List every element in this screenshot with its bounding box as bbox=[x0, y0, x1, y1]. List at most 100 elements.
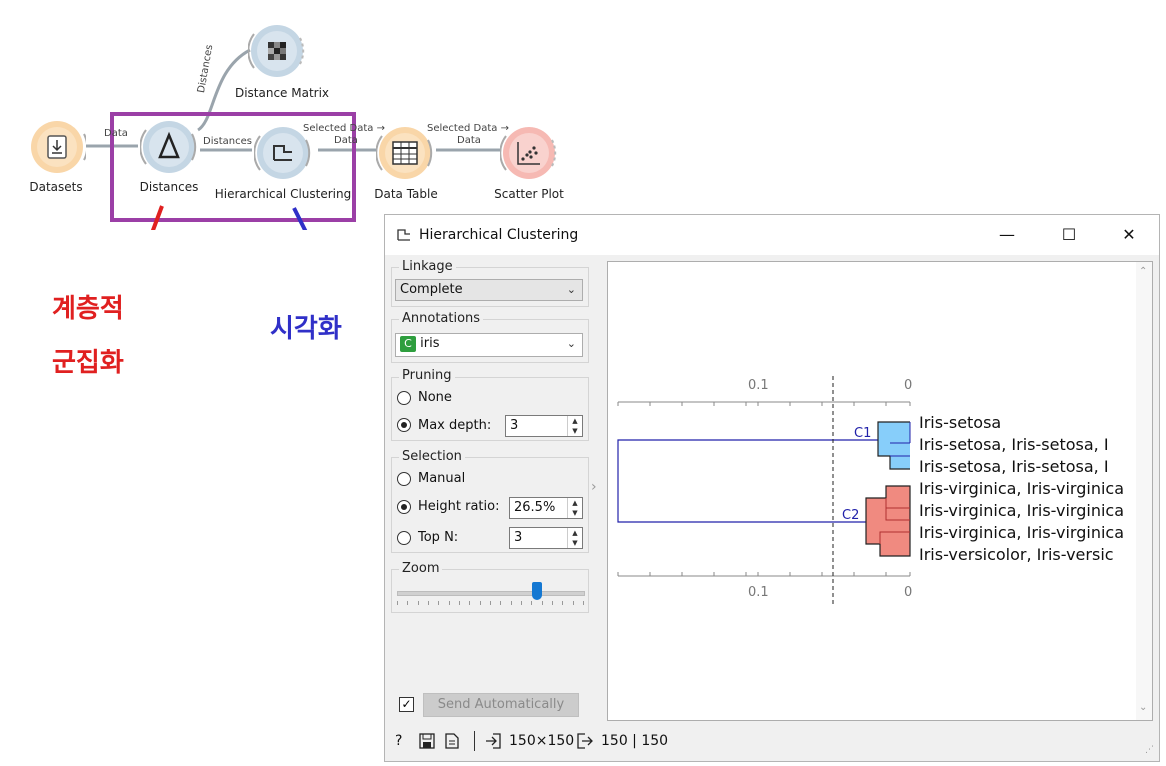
data-table-label: Data Table bbox=[374, 187, 438, 201]
linkage-title: Linkage bbox=[399, 259, 456, 274]
selection-top-n-radio[interactable] bbox=[397, 531, 411, 545]
selection-manual-label: Manual bbox=[418, 471, 466, 486]
zoom-title: Zoom bbox=[399, 561, 443, 576]
pruning-title: Pruning bbox=[399, 368, 455, 383]
zoom-tick bbox=[572, 601, 574, 605]
selection-height-ratio-label: Height ratio: bbox=[418, 499, 500, 514]
leaf-label: Iris-versicolor, Iris-versic bbox=[919, 545, 1114, 564]
zoom-tick bbox=[469, 601, 471, 605]
scatter-plot-label: Scatter Plot bbox=[494, 187, 564, 201]
window-title: Hierarchical Clustering bbox=[419, 227, 579, 243]
close-button[interactable]: ✕ bbox=[1109, 221, 1149, 249]
link-label-selected-data-2: Selected Data → bbox=[427, 123, 509, 134]
scroll-down-icon[interactable]: ⌄ bbox=[1139, 702, 1147, 713]
max-depth-spinbox[interactable]: 3 ▲ ▼ bbox=[505, 415, 583, 437]
distance-matrix-node[interactable] bbox=[247, 22, 306, 80]
linkage-select[interactable]: Complete ⌄ bbox=[395, 279, 583, 301]
zoom-tick bbox=[479, 601, 481, 605]
zoom-tick bbox=[459, 601, 460, 605]
zoom-tick bbox=[510, 601, 512, 605]
vertical-scrollbar[interactable]: ⌃ ⌄ bbox=[1136, 262, 1152, 720]
input-summary: 150×150 bbox=[509, 733, 575, 749]
spin-up-icon[interactable]: ▲ bbox=[567, 528, 582, 538]
spin-up-icon[interactable]: ▲ bbox=[567, 416, 582, 426]
cluster-label-c2: C2 bbox=[842, 508, 860, 523]
leaf-label: Iris-setosa, Iris-setosa, I bbox=[919, 435, 1109, 454]
statusbar-divider bbox=[474, 731, 475, 751]
zoom-tick bbox=[583, 601, 584, 605]
leaf-label: Iris-virginica, Iris-virginica bbox=[919, 523, 1125, 542]
chevron-right-icon[interactable]: › bbox=[591, 479, 597, 495]
workflow-links bbox=[86, 48, 500, 230]
resize-grip-icon[interactable]: ⋰ bbox=[1145, 745, 1154, 755]
pruning-max-depth-radio[interactable] bbox=[397, 418, 411, 432]
annotations-select[interactable]: C iris ⌄ bbox=[395, 333, 583, 357]
scroll-up-icon[interactable]: ⌃ bbox=[1139, 266, 1147, 277]
zoom-tick bbox=[552, 601, 553, 605]
maximize-button[interactable]: ☐ bbox=[1049, 221, 1089, 249]
zoom-tick bbox=[490, 601, 491, 605]
pruning-none-label: None bbox=[418, 390, 452, 405]
leaf-label: Iris-setosa bbox=[919, 413, 1002, 432]
zoom-slider-handle[interactable] bbox=[531, 582, 542, 600]
link-label-data: Data bbox=[104, 128, 128, 139]
max-depth-value: 3 bbox=[510, 418, 519, 433]
annotation-red-line1: 계층적 bbox=[52, 294, 124, 324]
zoom-tick bbox=[500, 601, 502, 605]
dendrogram-view[interactable]: 0.1 0 0.1 0 C1 C2 Iris-setosa Iris-setos… bbox=[607, 261, 1153, 721]
datasets-label: Datasets bbox=[29, 180, 83, 194]
leaf-label: Iris-setosa, Iris-setosa, I bbox=[919, 457, 1109, 476]
selection-height-ratio-radio[interactable] bbox=[397, 500, 411, 514]
report-icon[interactable] bbox=[445, 733, 459, 749]
output-icon bbox=[577, 733, 593, 749]
selection-title: Selection bbox=[399, 449, 465, 464]
zoom-tick bbox=[417, 601, 419, 605]
send-automatically-button[interactable]: Send Automatically bbox=[423, 693, 579, 717]
zoom-tick bbox=[521, 601, 522, 605]
minimize-button[interactable]: — bbox=[987, 221, 1027, 249]
link-label-selected-data-1: Selected Data → bbox=[303, 123, 385, 134]
spin-down-icon[interactable]: ▼ bbox=[567, 426, 582, 436]
save-icon[interactable] bbox=[419, 733, 435, 749]
top-n-spinbox[interactable]: 3 ▲ ▼ bbox=[509, 527, 583, 549]
zoom-tick bbox=[448, 601, 450, 605]
annotation-red-line2: 군집화 bbox=[52, 348, 124, 378]
spin-down-icon[interactable]: ▼ bbox=[567, 508, 582, 518]
selection-top-n-label: Top N: bbox=[418, 530, 459, 545]
categorical-badge-icon: C bbox=[400, 336, 416, 352]
chevron-down-icon: ⌄ bbox=[566, 283, 576, 296]
annotations-title: Annotations bbox=[399, 311, 484, 326]
help-icon[interactable]: ? bbox=[395, 733, 402, 749]
height-ratio-value: 26.5% bbox=[514, 500, 556, 515]
link-label-data-1: Data bbox=[334, 135, 358, 146]
dendrogram-icon bbox=[397, 229, 410, 241]
top-n-value: 3 bbox=[514, 530, 523, 545]
distance-matrix-label: Distance Matrix bbox=[234, 86, 330, 100]
link-label-distances: Distances bbox=[203, 136, 252, 147]
send-automatically-checkbox[interactable]: ✓ bbox=[399, 697, 414, 712]
spin-down-icon[interactable]: ▼ bbox=[567, 538, 582, 548]
zoom-tick bbox=[407, 601, 409, 605]
height-ratio-spinbox[interactable]: 26.5% ▲ ▼ bbox=[509, 497, 583, 519]
chevron-down-icon: ⌄ bbox=[566, 337, 576, 350]
annotations-value: iris bbox=[420, 336, 440, 351]
hierarchical-clustering-window: Hierarchical Clustering — ☐ ✕ Linkage Co… bbox=[384, 214, 1160, 762]
distances-node[interactable] bbox=[139, 118, 198, 176]
zoom-slider-ticks bbox=[397, 601, 584, 606]
pruning-max-depth-label: Max depth: bbox=[418, 418, 492, 433]
zoom-slider-track[interactable] bbox=[397, 591, 585, 596]
window-titlebar[interactable]: Hierarchical Clustering — ☐ ✕ bbox=[385, 215, 1159, 255]
pruning-none-radio[interactable] bbox=[397, 391, 411, 405]
distances-label: Distances bbox=[139, 180, 199, 194]
leaf-label: Iris-virginica, Iris-virginica bbox=[919, 501, 1125, 520]
leaf-label: Iris-virginica, Iris-virginica bbox=[919, 479, 1125, 498]
zoom-tick bbox=[541, 601, 543, 605]
spin-up-icon[interactable]: ▲ bbox=[567, 498, 582, 508]
hierarchical-clustering-label: Hierarchical Clustering bbox=[214, 187, 352, 201]
datasets-node[interactable] bbox=[28, 118, 89, 176]
input-icon bbox=[486, 733, 501, 749]
selection-manual-radio[interactable] bbox=[397, 472, 411, 486]
zoom-tick bbox=[562, 601, 564, 605]
zoom-tick bbox=[397, 601, 398, 605]
zoom-tick bbox=[438, 601, 440, 605]
